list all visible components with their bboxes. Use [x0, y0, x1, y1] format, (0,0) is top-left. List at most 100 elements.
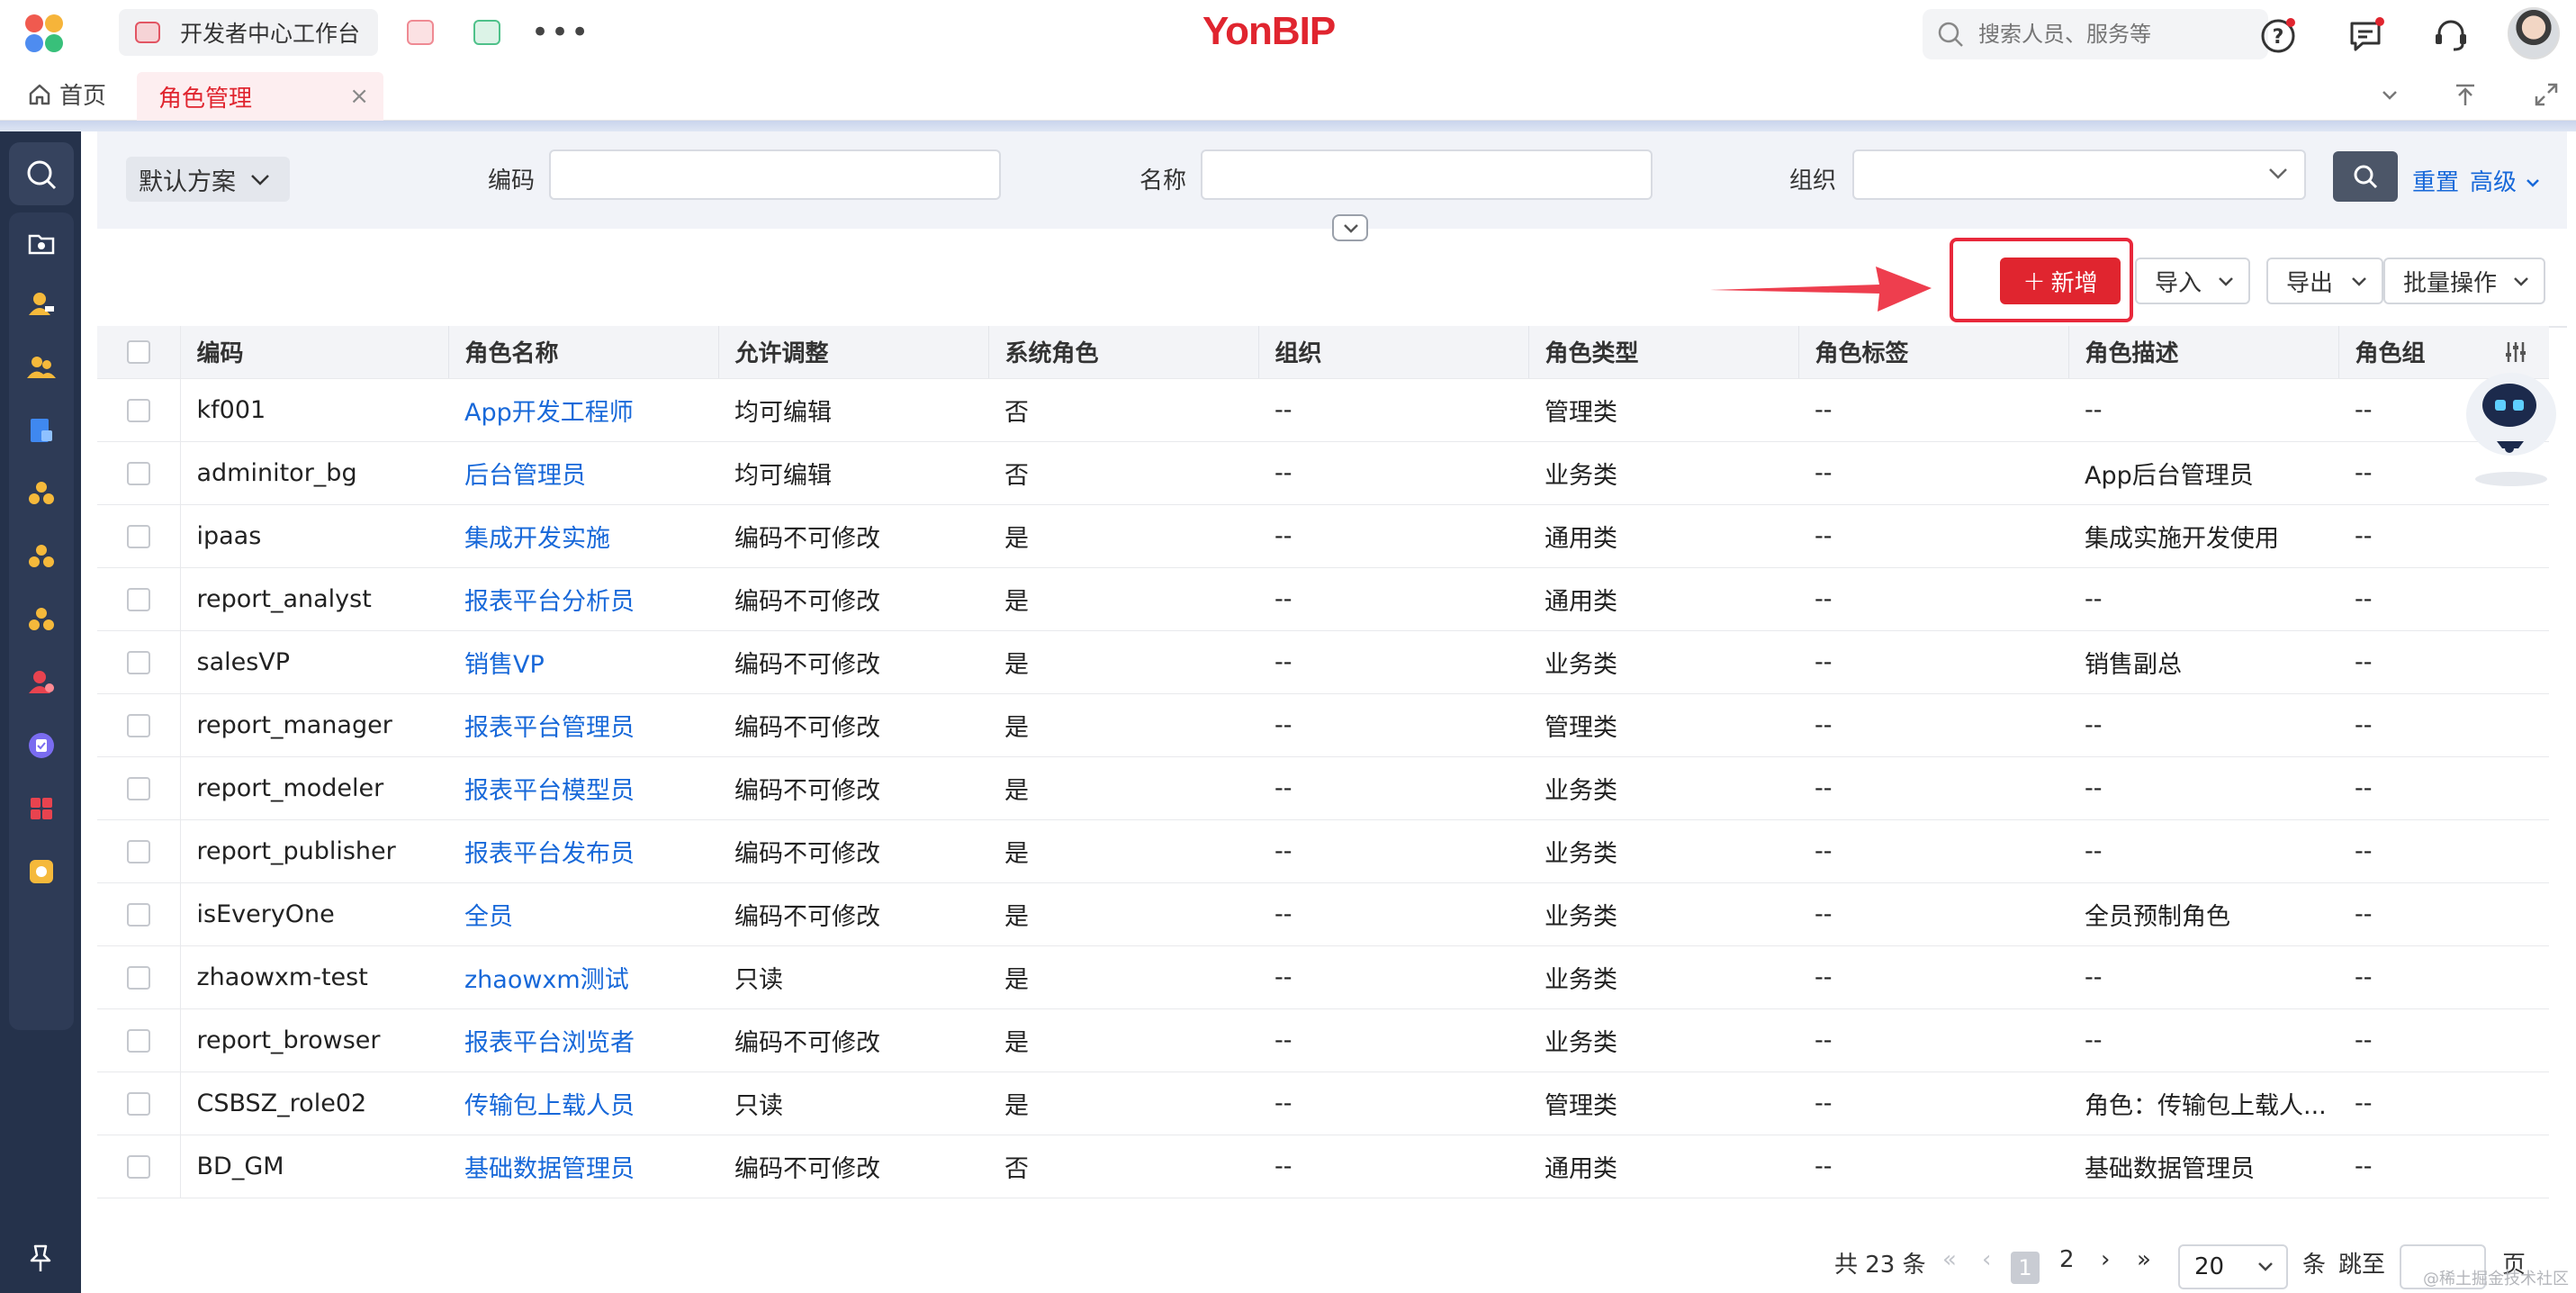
nav-org-icon-3[interactable]	[27, 605, 56, 634]
column-header-role-type[interactable]: 角色类型	[1528, 326, 1799, 379]
row-checkbox[interactable]	[126, 777, 150, 800]
role-name-link[interactable]: 销售VP	[464, 651, 545, 679]
column-header-allow-adjust[interactable]: 允许调整	[718, 326, 989, 379]
first-page-icon[interactable]: «	[1942, 1246, 1957, 1273]
row-checkbox[interactable]	[126, 903, 150, 927]
customer-service-icon[interactable]	[2432, 16, 2470, 54]
add-role-button[interactable]: + 新增	[2000, 258, 2121, 304]
filter-search-button[interactable]	[2333, 151, 2398, 202]
user-avatar[interactable]	[2508, 7, 2560, 59]
code-filter-field[interactable]	[549, 149, 1001, 200]
batch-operation-button[interactable]: 批量操作	[2383, 258, 2545, 304]
table-row[interactable]: ipaas 集成开发实施 编码不可修改是 -- 通用类 -- 集成实施开发使用 --	[97, 504, 2549, 568]
role-name-link[interactable]: 后台管理员	[464, 462, 586, 490]
recent-app-red-icon[interactable]	[407, 20, 434, 45]
select-all-checkbox[interactable]	[126, 340, 150, 365]
global-search[interactable]	[1923, 9, 2268, 59]
column-header-code[interactable]: 编码	[180, 326, 449, 379]
row-checkbox[interactable]	[126, 399, 150, 422]
column-header-role-desc[interactable]: 角色描述	[2068, 326, 2339, 379]
global-search-input[interactable]	[1978, 22, 2248, 47]
table-row[interactable]: CSBSZ_role02 传输包上载人员 只读是 -- 管理类 -- 角色：传输包上载人..…	[97, 1071, 2549, 1135]
nav-user-icon[interactable]	[27, 290, 56, 319]
column-header-role-tag[interactable]: 角色标签	[1798, 326, 2069, 379]
role-name-link[interactable]: 集成开发实施	[464, 525, 610, 553]
message-icon[interactable]	[2347, 16, 2385, 54]
nav-org-icon-2[interactable]	[27, 542, 56, 571]
table-row[interactable]: report_browser 报表平台浏览者 编码不可修改是 -- 业务类 -- -- --	[97, 1008, 2549, 1072]
table-row[interactable]: report_publisher 报表平台发布员 编码不可修改是 -- 业务类 -- -- -…	[97, 819, 2549, 883]
page-button-2[interactable]: 2	[2059, 1246, 2075, 1273]
nav-grid-icon[interactable]	[27, 794, 56, 823]
import-button[interactable]: 导入	[2135, 258, 2250, 304]
more-apps-icon[interactable]: •••	[531, 14, 590, 50]
recent-app-green-icon[interactable]	[473, 20, 500, 45]
column-header-role-name[interactable]: 角色名称	[448, 326, 719, 379]
row-checkbox[interactable]	[126, 714, 150, 737]
tab-role-management[interactable]: 角色管理 ×	[137, 72, 383, 121]
row-checkbox[interactable]	[126, 462, 150, 485]
export-button[interactable]: 导出	[2266, 258, 2383, 304]
role-name-link[interactable]: 传输包上载人员	[464, 1092, 635, 1120]
fullscreen-icon[interactable]	[2533, 81, 2560, 108]
nav-star-icon[interactable]	[27, 857, 56, 886]
workspace-tab[interactable]: 开发者中心工作台	[119, 9, 378, 56]
filter-scheme-dropdown[interactable]: 默认方案	[126, 157, 290, 202]
role-name-link[interactable]: App开发工程师	[464, 399, 634, 427]
nav-search-button[interactable]	[9, 142, 74, 205]
close-tab-icon[interactable]: ×	[349, 83, 369, 110]
help-icon[interactable]: ?	[2259, 16, 2297, 54]
table-row[interactable]: BD_GM 基础数据管理员 编码不可修改否 -- 通用类 -- 基础数据管理员 --	[97, 1135, 2549, 1198]
table-row[interactable]: report_manager 报表平台管理员 编码不可修改是 -- 管理类 -- -- --	[97, 693, 2549, 757]
chevron-down-icon[interactable]	[2376, 81, 2403, 108]
row-checkbox[interactable]	[126, 651, 150, 674]
nav-folder-star-icon[interactable]	[27, 229, 56, 258]
column-header-system-role[interactable]: 系统角色	[988, 326, 1259, 379]
name-filter-field[interactable]	[1201, 149, 1653, 200]
row-checkbox[interactable]	[126, 1092, 150, 1116]
app-grid-logo-icon[interactable]	[25, 14, 68, 54]
table-row[interactable]: isEveryOne 全员 编码不可修改是 -- 业务类 -- 全员预制角色 --	[97, 882, 2549, 946]
table-row[interactable]: report_analyst 报表平台分析员 编码不可修改是 -- 通用类 -- -- --	[97, 567, 2549, 631]
row-checkbox[interactable]	[126, 525, 150, 548]
role-name-link[interactable]: 报表平台分析员	[464, 588, 635, 616]
nav-org-icon[interactable]	[27, 479, 56, 508]
nav-task-icon[interactable]	[27, 731, 56, 760]
role-name-link[interactable]: zhaowxm测试	[464, 966, 629, 994]
name-filter-input[interactable]	[1202, 151, 1651, 198]
nav-document-icon[interactable]	[27, 416, 56, 445]
column-header-org[interactable]: 组织	[1258, 326, 1529, 379]
role-name-link[interactable]: 报表平台模型员	[464, 777, 635, 805]
table-row[interactable]: report_modeler 报表平台模型员 编码不可修改是 -- 业务类 -- -- --	[97, 756, 2549, 820]
row-checkbox[interactable]	[126, 588, 150, 611]
row-checkbox[interactable]	[126, 840, 150, 864]
collapse-filter-button[interactable]	[1332, 214, 1368, 241]
prev-page-icon[interactable]: ‹	[1982, 1246, 1991, 1273]
org-filter-select[interactable]	[1852, 149, 2306, 200]
reset-button[interactable]: 重置	[2412, 164, 2459, 197]
code-filter-input[interactable]	[551, 151, 999, 198]
assistant-robot-icon[interactable]	[2455, 360, 2563, 493]
row-checkbox[interactable]	[126, 1029, 150, 1053]
nav-role-icon[interactable]	[27, 668, 56, 697]
advanced-filter-button[interactable]: 高级	[2470, 164, 2542, 197]
page-button-current[interactable]: 1	[2011, 1252, 2040, 1284]
upload-icon[interactable]	[2452, 81, 2479, 108]
table-row[interactable]: kf001 App开发工程师 均可编辑否 -- 管理类 -- -- --	[97, 378, 2549, 442]
row-checkbox[interactable]	[126, 966, 150, 990]
page-size-select[interactable]: 20	[2178, 1244, 2288, 1289]
role-name-link[interactable]: 报表平台管理员	[464, 714, 635, 742]
next-page-icon[interactable]: ›	[2101, 1246, 2110, 1273]
role-name-link[interactable]: 报表平台浏览者	[464, 1029, 635, 1057]
nav-user-group-icon[interactable]	[27, 353, 56, 382]
tab-home[interactable]: 首页	[27, 77, 106, 111]
row-checkbox[interactable]	[126, 1155, 150, 1179]
table-row[interactable]: zhaowxm-test zhaowxm测试 只读是 -- 业务类 -- -- --	[97, 945, 2549, 1009]
last-page-icon[interactable]: »	[2137, 1246, 2151, 1273]
table-row[interactable]: salesVP 销售VP 编码不可修改是 -- 业务类 -- 销售副总 --	[97, 630, 2549, 694]
table-row[interactable]: adminitor_bg 后台管理员 均可编辑否 -- 业务类 -- App后台管理员 --	[97, 441, 2549, 505]
pin-icon[interactable]	[25, 1243, 56, 1275]
role-name-link[interactable]: 基础数据管理员	[464, 1155, 635, 1183]
role-name-link[interactable]: 全员	[464, 903, 513, 931]
role-name-link[interactable]: 报表平台发布员	[464, 840, 635, 868]
